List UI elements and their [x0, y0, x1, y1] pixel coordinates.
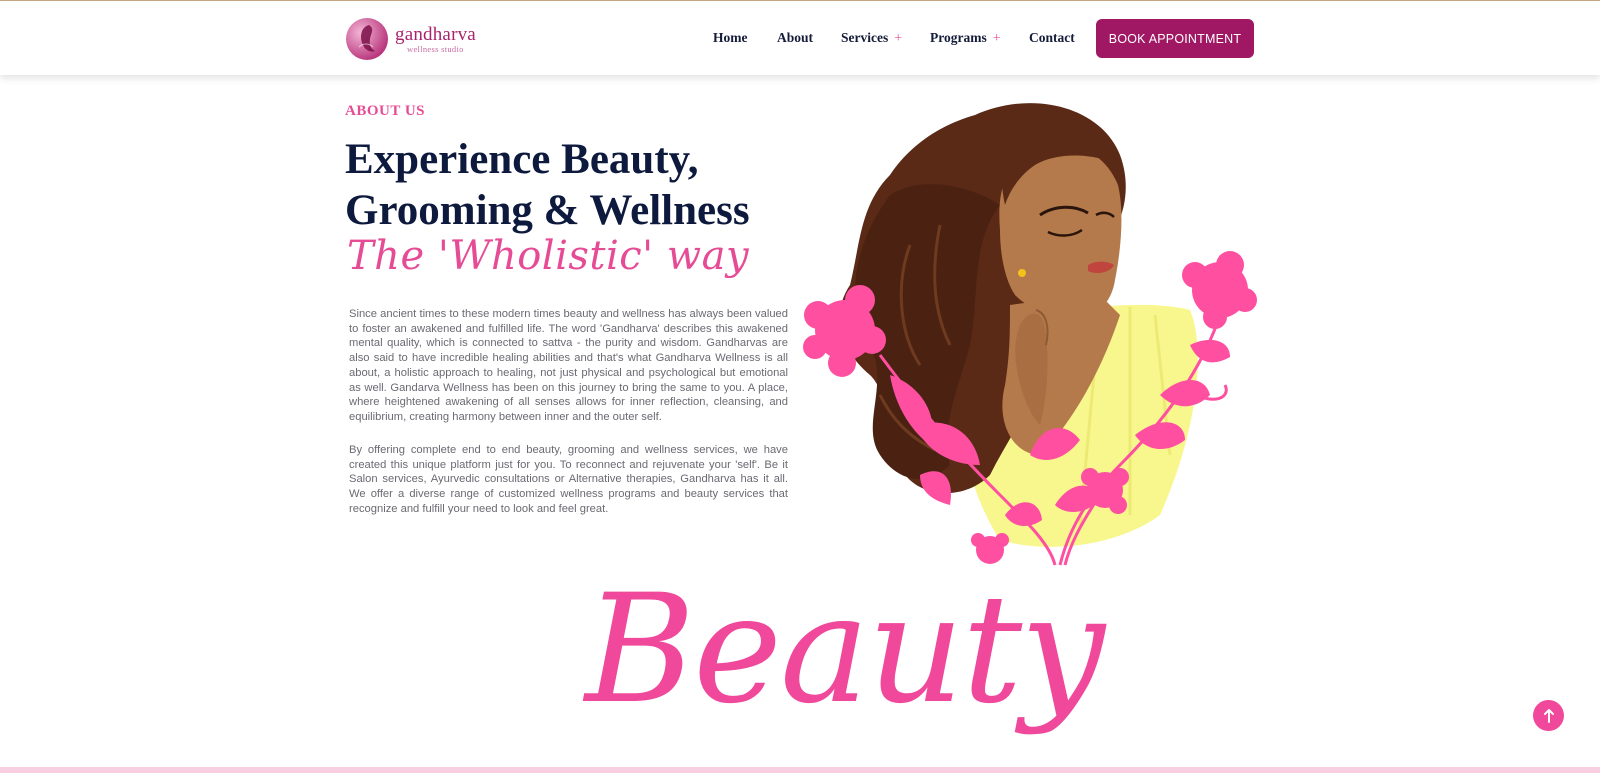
scroll-to-top-button[interactable] [1533, 700, 1564, 731]
programs-plus-icon[interactable]: + [993, 31, 1001, 46]
nav-about-label: About [777, 30, 814, 45]
nav-about[interactable]: About [777, 30, 813, 46]
brand-logo[interactable]: gandharva wellness studio [345, 16, 480, 62]
services-plus-icon[interactable]: + [894, 31, 902, 46]
nav-services-label: Services [841, 30, 889, 45]
page-headline: Experience Beauty, Grooming & Wellness [345, 134, 805, 236]
nav-home-label: Home [713, 30, 748, 45]
headline-line-1: Experience Beauty, [345, 136, 699, 183]
nav-contact-label: Contact [1029, 30, 1075, 45]
headline-line-2: Grooming & Wellness [345, 187, 750, 234]
nav-programs[interactable]: Programs + [930, 30, 1001, 47]
site-header: gandharva wellness studio Home About Ser… [0, 1, 1600, 75]
section-eyebrow: ABOUT US [345, 103, 425, 119]
brand-tagline: wellness studio [407, 43, 464, 54]
brand-name: gandharva [395, 23, 476, 45]
nav-home[interactable]: Home [713, 30, 748, 46]
logo-mark-icon [346, 18, 388, 60]
script-tagline: The 'Wholistic' way [347, 233, 750, 279]
book-appointment-button[interactable]: BOOK APPOINTMENT [1096, 19, 1254, 58]
nav-programs-label: Programs [930, 30, 987, 45]
about-paragraph-2: By offering complete end to end beauty, … [349, 444, 788, 515]
about-paragraph-1: Since ancient times to these modern time… [349, 308, 788, 423]
nav-services[interactable]: Services + [841, 30, 902, 47]
arrow-up-icon [1543, 708, 1554, 723]
nav-contact[interactable]: Contact [1029, 30, 1075, 46]
woman-illustration [803, 103, 1257, 566]
bottom-pink-strip [0, 767, 1600, 773]
earring-shape [1018, 269, 1026, 277]
section-title-beauty: Beauty [585, 563, 1105, 737]
